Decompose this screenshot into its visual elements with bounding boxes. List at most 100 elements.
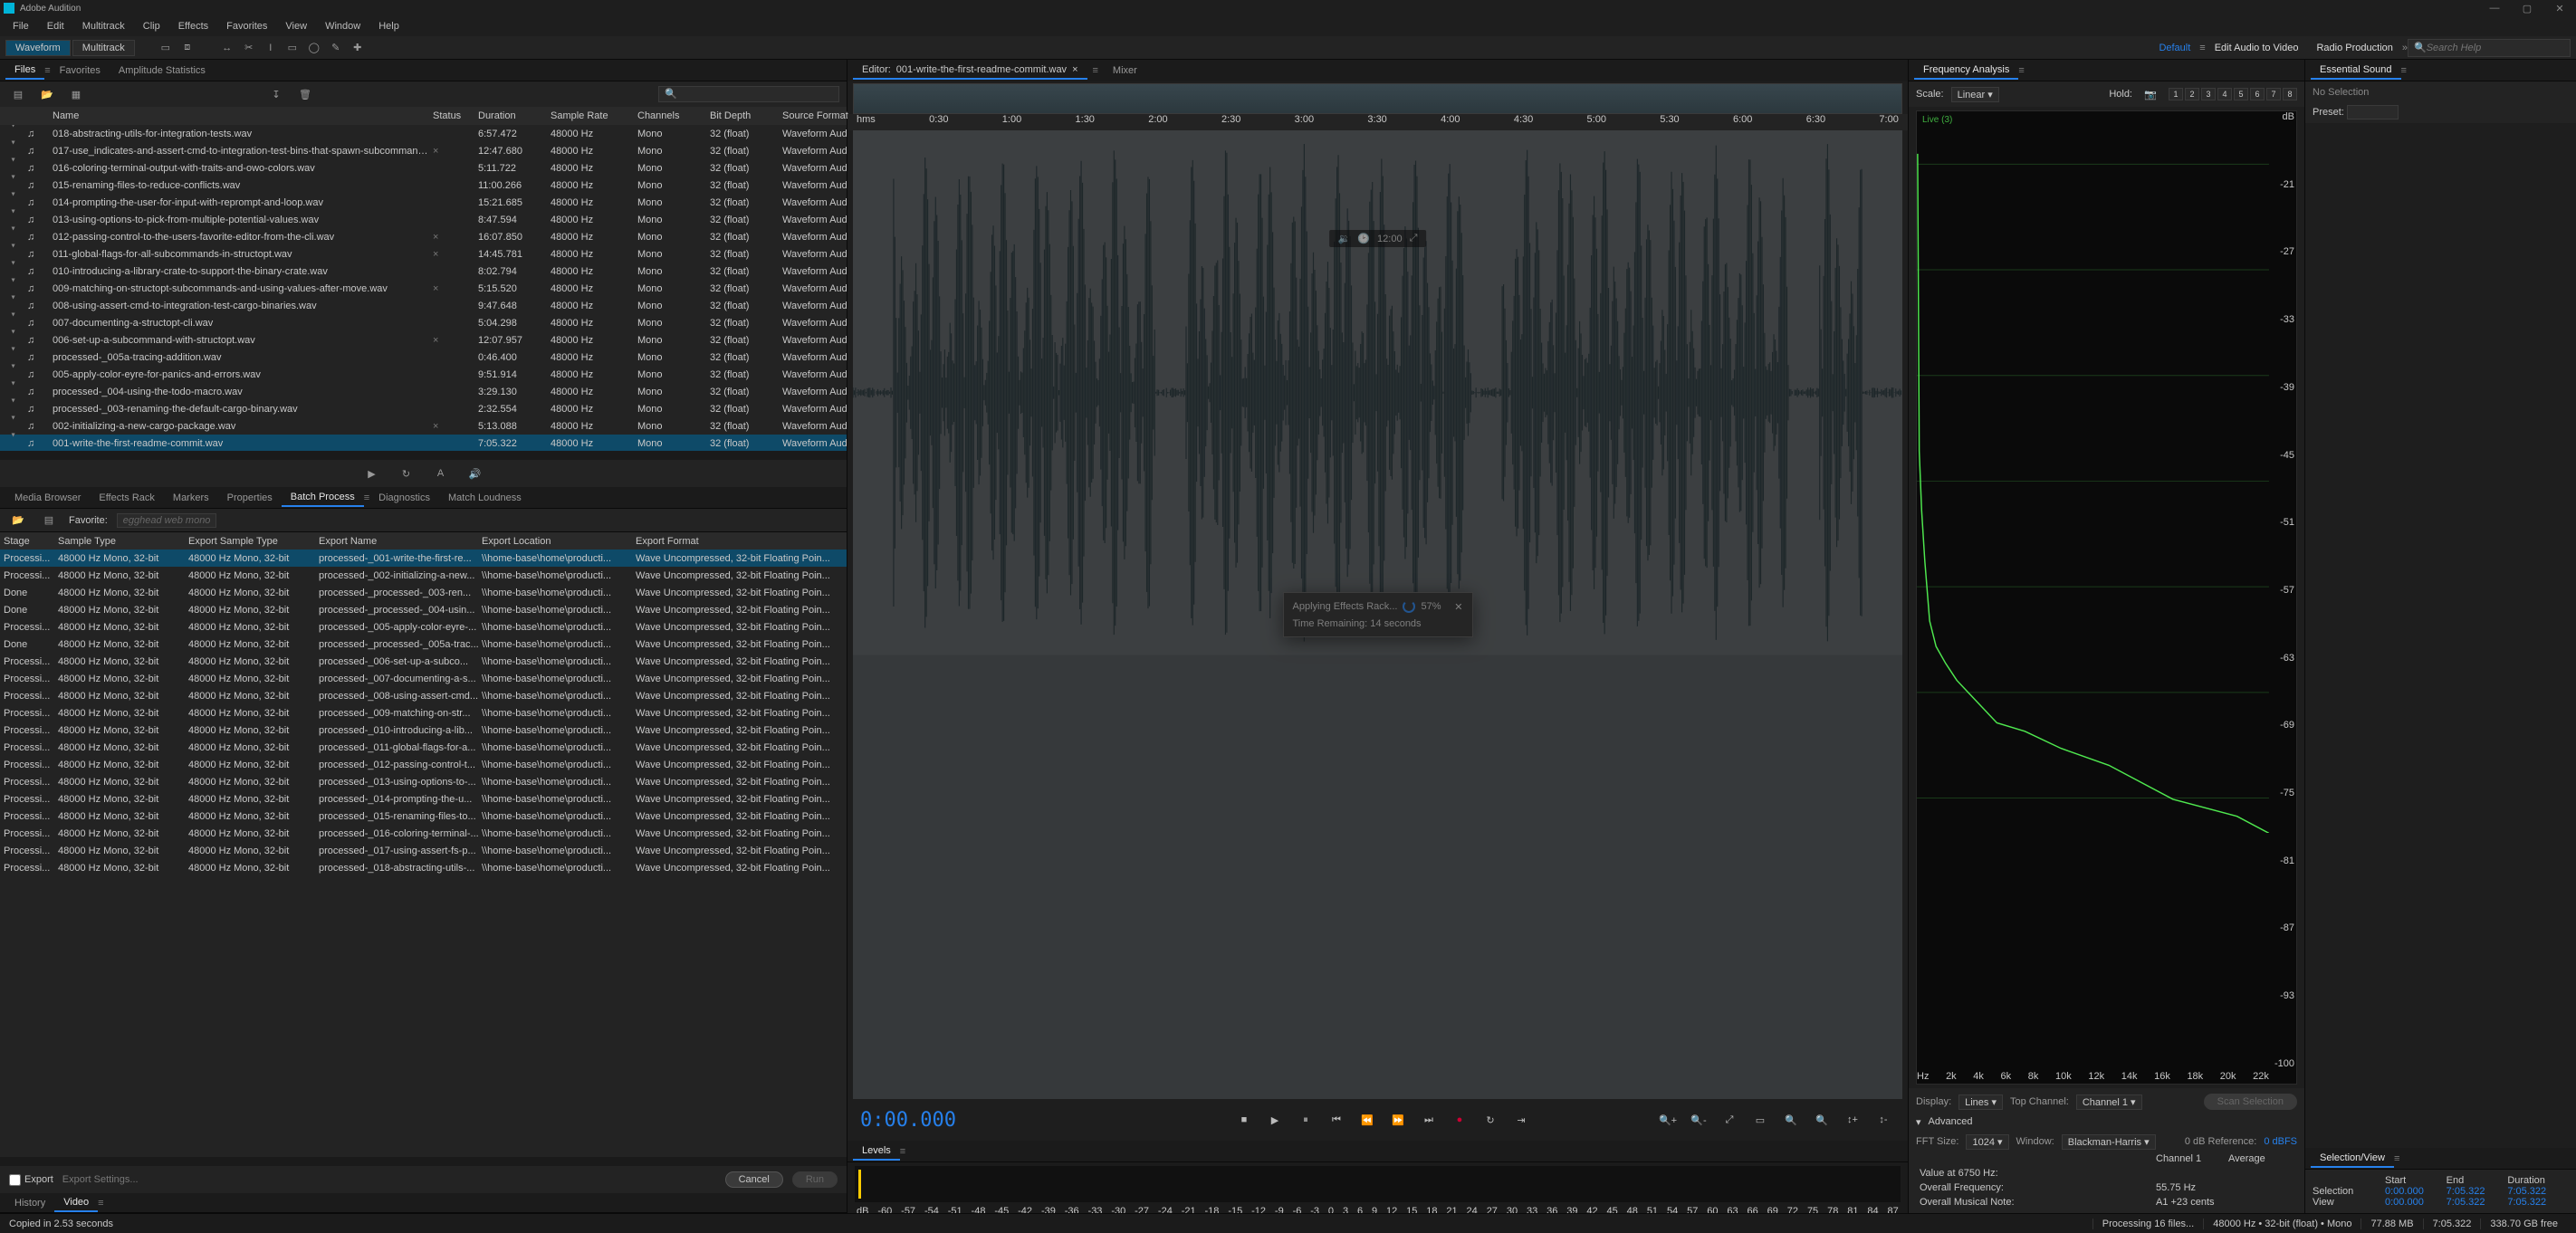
batch-row[interactable]: Processi...48000 Hz Mono, 32-bit48000 Hz… [0, 773, 847, 790]
tab-video[interactable]: Video [54, 1194, 98, 1212]
freq-scale-select[interactable]: Linear ▾ [1951, 87, 1999, 102]
editor-tab-menu-icon[interactable]: ≡ [1087, 65, 1104, 76]
bcol-exportname[interactable]: Export Name [319, 536, 482, 547]
marquee-tool-icon[interactable]: ▭ [282, 38, 303, 58]
maximize-button[interactable]: ▢ [2511, 0, 2543, 16]
to-end-button[interactable]: ⏭ [1417, 1108, 1441, 1132]
menu-clip[interactable]: Clip [136, 19, 168, 33]
loop-button[interactable]: ↻ [1479, 1108, 1502, 1132]
tab-history[interactable]: History [5, 1195, 54, 1211]
batch-row[interactable]: Processi...48000 Hz Mono, 32-bit48000 Hz… [0, 704, 847, 722]
batch-row[interactable]: Processi...48000 Hz Mono, 32-bit48000 Hz… [0, 808, 847, 825]
file-row[interactable]: ▸♫012-passing-control-to-the-users-favor… [0, 228, 847, 245]
progress-close-button[interactable]: ✕ [1454, 601, 1462, 613]
lasso-tool-icon[interactable]: ◯ [303, 38, 325, 58]
tab-amplitude-stats[interactable]: Amplitude Statistics [110, 62, 215, 79]
tab-properties[interactable]: Properties [218, 490, 282, 506]
batch-panel-icon[interactable]: ▤ [38, 511, 60, 530]
files-hscroll[interactable] [0, 451, 847, 460]
levels-menu-icon[interactable]: ≡ [900, 1146, 905, 1157]
hold-slot-6[interactable]: 6 [2250, 88, 2265, 100]
editor-tab-current[interactable]: Editor: 001-write-the-first-readme-commi… [853, 62, 1087, 80]
file-row[interactable]: ▸♫008-using-assert-cmd-to-integration-te… [0, 297, 847, 314]
freq-hold-slots[interactable]: 12345678 [2169, 88, 2297, 100]
workspace-edit-audio[interactable]: Edit Audio to Video [2206, 41, 2308, 55]
tab-media-browser[interactable]: Media Browser [5, 490, 90, 506]
batch-export-check[interactable]: Export [9, 1174, 53, 1186]
batch-run-button[interactable]: Run [792, 1171, 838, 1188]
preview-volume-icon[interactable]: 🔊 [464, 464, 486, 483]
zoom-in-time-icon[interactable]: 🔍 [1779, 1108, 1803, 1132]
batch-row[interactable]: Processi...48000 Hz Mono, 32-bit48000 Hz… [0, 670, 847, 687]
hud-overlay[interactable]: 🔉 🕑 12:00 ⤢ [1329, 230, 1427, 247]
freq-plot[interactable]: Live (3) dB-21-27-33-39-45-51-57-63-69-7… [1916, 110, 2297, 1085]
file-row[interactable]: ▸♫002-initializing-a-new-cargo-package.w… [0, 417, 847, 435]
tab-levels[interactable]: Levels [853, 1142, 900, 1161]
col-status[interactable]: Status [433, 110, 478, 121]
new-file-icon[interactable]: ▤ [7, 84, 29, 104]
file-row[interactable]: ▸♫017-use_indicates-and-assert-cmd-to-in… [0, 142, 847, 159]
zoom-amp-out-icon[interactable]: ↕- [1872, 1108, 1895, 1132]
file-row[interactable]: ▸♫processed-_005a-tracing-addition.wav0:… [0, 349, 847, 366]
search-help[interactable]: 🔍 [2408, 39, 2571, 57]
file-row[interactable]: ▸♫010-introducing-a-library-crate-to-sup… [0, 263, 847, 280]
tab-video-menu-icon[interactable]: ≡ [98, 1198, 103, 1209]
file-row[interactable]: ▸♫014-prompting-the-user-for-input-with-… [0, 194, 847, 211]
tab-effects-rack[interactable]: Effects Rack [90, 490, 164, 506]
batch-row[interactable]: Processi...48000 Hz Mono, 32-bit48000 Hz… [0, 790, 847, 808]
batch-row[interactable]: Processi...48000 Hz Mono, 32-bit48000 Hz… [0, 687, 847, 704]
file-row[interactable]: ▸♫001-write-the-first-readme-commit.wav7… [0, 435, 847, 451]
waveform-display[interactable]: 🔉 🕑 12:00 ⤢ Applying Effects Rack... 57%… [853, 130, 1902, 1099]
freq-fft-select[interactable]: 1024 ▾ [1966, 1134, 2008, 1150]
hud-expand-icon[interactable]: ⤢ [1410, 233, 1418, 244]
batch-row[interactable]: Processi...48000 Hz Mono, 32-bit48000 Hz… [0, 550, 847, 567]
sv-sel-start[interactable]: 0:00.000 [2385, 1186, 2447, 1197]
col-channels[interactable]: Channels [637, 110, 710, 121]
batch-add-icon[interactable]: 📂 [7, 511, 29, 530]
menu-view[interactable]: View [278, 19, 314, 33]
file-row[interactable]: ▸♫015-renaming-files-to-reduce-conflicts… [0, 177, 847, 194]
to-start-button[interactable]: ⏮ [1325, 1108, 1348, 1132]
hud-volume-icon[interactable]: 🔉 [1338, 233, 1351, 244]
menu-edit[interactable]: Edit [40, 19, 72, 33]
file-row[interactable]: ▸♫018-abstracting-utils-for-integration-… [0, 125, 847, 142]
hold-slot-4[interactable]: 4 [2217, 88, 2232, 100]
rewind-button[interactable]: ⏪ [1355, 1108, 1379, 1132]
hold-slot-5[interactable]: 5 [2234, 88, 2248, 100]
freq-ref-value[interactable]: 0 dBFS [2264, 1136, 2297, 1147]
tab-match-loudness[interactable]: Match Loudness [439, 490, 531, 506]
file-row[interactable]: ▸♫007-documenting-a-structopt-cli.wav5:0… [0, 314, 847, 331]
zoom-out-icon[interactable]: 🔍- [1687, 1108, 1710, 1132]
batch-row[interactable]: Processi...48000 Hz Mono, 32-bit48000 Hz… [0, 842, 847, 859]
batch-hscroll[interactable] [0, 1157, 847, 1166]
menu-multitrack[interactable]: Multitrack [75, 19, 132, 33]
tab-mixer[interactable]: Mixer [1104, 62, 1146, 79]
close-button[interactable]: ✕ [2543, 0, 2576, 16]
sv-view-dur[interactable]: 7:05.322 [2507, 1197, 2569, 1208]
tab-diagnostics[interactable]: Diagnostics [369, 490, 439, 506]
mode-waveform-button[interactable]: Waveform [5, 40, 71, 56]
col-samplerate[interactable]: Sample Rate [551, 110, 637, 121]
preview-autoplay-icon[interactable]: A [430, 464, 452, 483]
forward-button[interactable]: ⏩ [1386, 1108, 1410, 1132]
editor-close-icon[interactable]: × [1072, 64, 1077, 75]
batch-row[interactable]: Done48000 Hz Mono, 32-bit48000 Hz Mono, … [0, 636, 847, 653]
batch-row[interactable]: Processi...48000 Hz Mono, 32-bit48000 Hz… [0, 618, 847, 636]
zoom-selection-icon[interactable]: ▭ [1748, 1108, 1772, 1132]
freq-scan-button[interactable]: Scan Selection [2204, 1094, 2297, 1110]
batch-row[interactable]: Processi...48000 Hz Mono, 32-bit48000 Hz… [0, 722, 847, 739]
file-row[interactable]: ▸♫013-using-options-to-pick-from-multipl… [0, 211, 847, 228]
sv-sel-dur[interactable]: 7:05.322 [2507, 1186, 2569, 1197]
preview-loop-icon[interactable]: ↻ [396, 464, 417, 483]
batch-cancel-button[interactable]: Cancel [725, 1171, 783, 1188]
record-button[interactable]: ● [1448, 1108, 1471, 1132]
menu-effects[interactable]: Effects [171, 19, 215, 33]
batch-row[interactable]: Processi...48000 Hz Mono, 32-bit48000 Hz… [0, 756, 847, 773]
tab-frequency-analysis[interactable]: Frequency Analysis [1914, 62, 2018, 80]
preview-play-icon[interactable]: ▶ [361, 464, 383, 483]
open-file-icon[interactable]: ▭ [155, 38, 177, 58]
sv-view-end[interactable]: 7:05.322 [2447, 1197, 2508, 1208]
essential-menu-icon[interactable]: ≡ [2401, 65, 2407, 76]
zoom-in-icon[interactable]: 🔍+ [1656, 1108, 1680, 1132]
file-row[interactable]: ▸♫011-global-flags-for-all-subcommands-i… [0, 245, 847, 263]
